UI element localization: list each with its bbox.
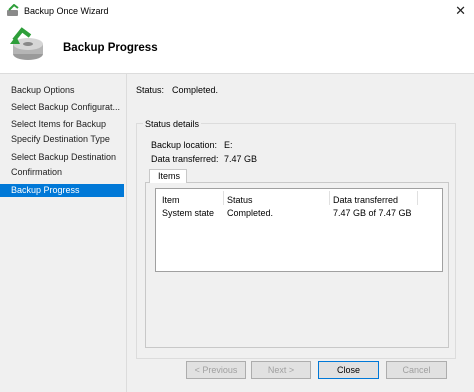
nav-item-specify-destination-type[interactable]: Specify Destination Type xyxy=(11,133,126,145)
column-header-status[interactable]: Status xyxy=(227,195,253,205)
column-header-data-transferred[interactable]: Data transferred xyxy=(333,195,398,205)
column-divider[interactable] xyxy=(223,191,224,205)
cancel-button[interactable]: Cancel xyxy=(386,361,447,379)
column-divider[interactable] xyxy=(329,191,330,205)
nav-item-select-items-for-backup[interactable]: Select Items for Backup xyxy=(11,118,126,130)
items-table[interactable]: Item Status Data transferred System stat… xyxy=(155,188,443,272)
previous-button[interactable]: < Previous xyxy=(186,361,246,379)
page-title: Backup Progress xyxy=(63,42,158,54)
next-button[interactable]: Next > xyxy=(251,361,311,379)
tab-items[interactable]: Items xyxy=(149,169,187,183)
window-title: Backup Once Wizard xyxy=(24,6,109,16)
status-label: Status: xyxy=(136,85,165,95)
data-transferred-label: Data transferred: xyxy=(151,154,219,164)
nav-item-confirmation[interactable]: Confirmation xyxy=(11,166,126,178)
column-divider[interactable] xyxy=(417,191,418,205)
status-details-title: Status details xyxy=(143,119,202,129)
table-cell-item: System state xyxy=(162,208,215,218)
column-header-item[interactable]: Item xyxy=(162,195,180,205)
backup-location-value: E: xyxy=(224,140,233,150)
wizard-header: Backup Progress xyxy=(0,22,474,74)
status-value: Completed. xyxy=(172,85,219,95)
backup-wizard-icon xyxy=(7,4,19,16)
nav-item-select-backup-destination[interactable]: Select Backup Destination xyxy=(11,151,126,163)
table-cell-data-transferred: 7.47 GB of 7.47 GB xyxy=(333,208,412,218)
wizard-steps-nav: Backup Options Select Backup Configurat.… xyxy=(0,74,127,392)
backup-location-label: Backup location: xyxy=(151,140,218,150)
backup-drive-icon xyxy=(10,27,43,60)
close-button[interactable]: Close xyxy=(318,361,379,379)
close-window-icon[interactable]: ✕ xyxy=(455,3,466,19)
nav-item-select-backup-configuration[interactable]: Select Backup Configurat... xyxy=(11,101,126,113)
nav-item-backup-progress[interactable]: Backup Progress xyxy=(0,184,124,197)
nav-item-backup-options[interactable]: Backup Options xyxy=(11,84,126,96)
data-transferred-value: 7.47 GB xyxy=(224,154,258,164)
title-bar: Backup Once Wizard ✕ xyxy=(0,0,474,22)
wizard-content: Status: Completed. Status details Backup… xyxy=(127,74,474,392)
table-cell-status: Completed. xyxy=(227,208,274,218)
